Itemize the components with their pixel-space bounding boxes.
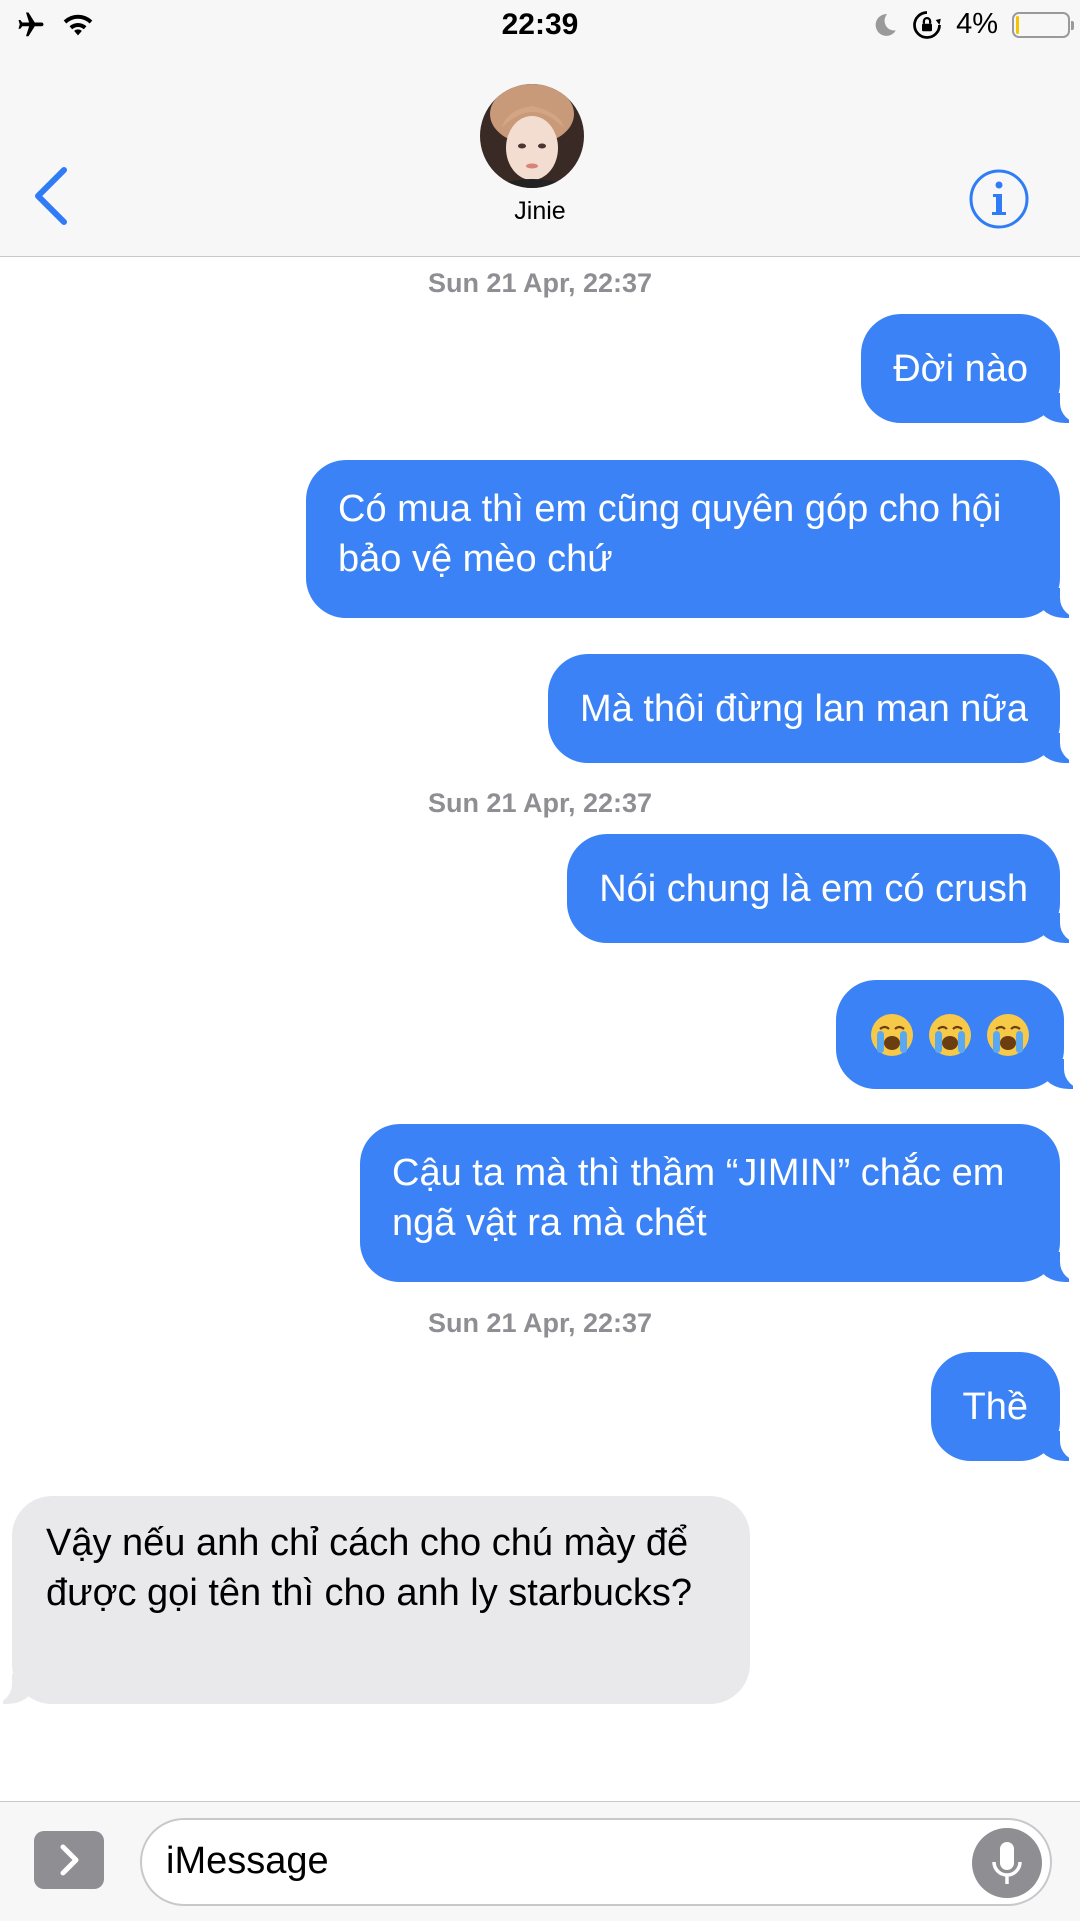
chevron-right-icon — [60, 1844, 79, 1876]
contact-photo — [480, 84, 584, 188]
battery-level-fill — [1016, 15, 1019, 34]
orientation-lock-icon — [913, 10, 941, 39]
message-timestamp: Sun 21 Apr, 22:37 — [427, 268, 653, 298]
app-drawer-button[interactable] — [34, 1831, 104, 1889]
incoming-message-bubble[interactable]: Vậy nếu anh chỉ cách cho chú mày để được… — [0, 1496, 750, 1704]
message-timestamp: Sun 21 Apr, 22:37 — [427, 1308, 653, 1338]
moon-icon — [875, 13, 896, 36]
dictation-button[interactable] — [972, 1828, 1042, 1898]
outgoing-emoji-bubble[interactable]: 😭😭😭 — [836, 980, 1080, 1089]
message-timestamp: Sun 21 Apr, 22:37 — [427, 788, 653, 818]
loudly-crying-face-emoji — [871, 1013, 913, 1056]
battery-icon — [1012, 11, 1074, 38]
conversation-header: Jinie — [0, 54, 1080, 257]
message-text: Nói chung là em có crush — [599, 867, 1028, 910]
message-input-placeholder: iMessage — [166, 1840, 329, 1882]
outgoing-message-bubble[interactable]: Mà thôi đừng lan man nữa — [547, 654, 1080, 763]
contact-name[interactable]: Jinie — [0, 197, 1080, 226]
info-button[interactable] — [968, 168, 1030, 230]
contact-avatar[interactable] — [480, 84, 584, 188]
message-text: Mà thôi đừng lan man nữa — [579, 687, 1028, 730]
outgoing-message-bubble[interactable]: Cậu ta mà thì thầm “JIMIN” chắc em ngã v… — [360, 1124, 1080, 1282]
message-text: Cậu ta mà thì thầm “JIMIN” chắc em ngã v… — [392, 1152, 1005, 1244]
battery-percentage: 4% — [956, 8, 998, 40]
outgoing-message-bubble[interactable]: Thề — [930, 1352, 1080, 1461]
outgoing-message-bubble[interactable]: Đời nào — [861, 314, 1080, 423]
message-text: Đời nào — [893, 347, 1028, 390]
outgoing-message-bubble[interactable]: Có mua thì em cũng quyên góp cho hội bảo… — [306, 460, 1080, 618]
message-text: Có mua thì em cũng quyên góp cho hội bảo… — [338, 488, 1002, 580]
info-icon — [969, 169, 1029, 229]
status-right-icons: 4% — [872, 8, 1074, 41]
loudly-crying-face-emoji — [929, 1013, 971, 1056]
microphone-icon — [992, 1842, 1022, 1884]
outgoing-message-bubble[interactable]: Nói chung là em có crush — [567, 834, 1080, 943]
message-text: Thề — [962, 1385, 1028, 1428]
message-input[interactable]: iMessage — [140, 1818, 1052, 1906]
status-bar: 22:39 4% — [0, 0, 1080, 54]
message-text: Vậy nếu anh chỉ cách cho chú mày để được… — [46, 1522, 693, 1614]
loudly-crying-face-emoji — [987, 1013, 1029, 1056]
message-input-bar: iMessage — [0, 1801, 1080, 1921]
